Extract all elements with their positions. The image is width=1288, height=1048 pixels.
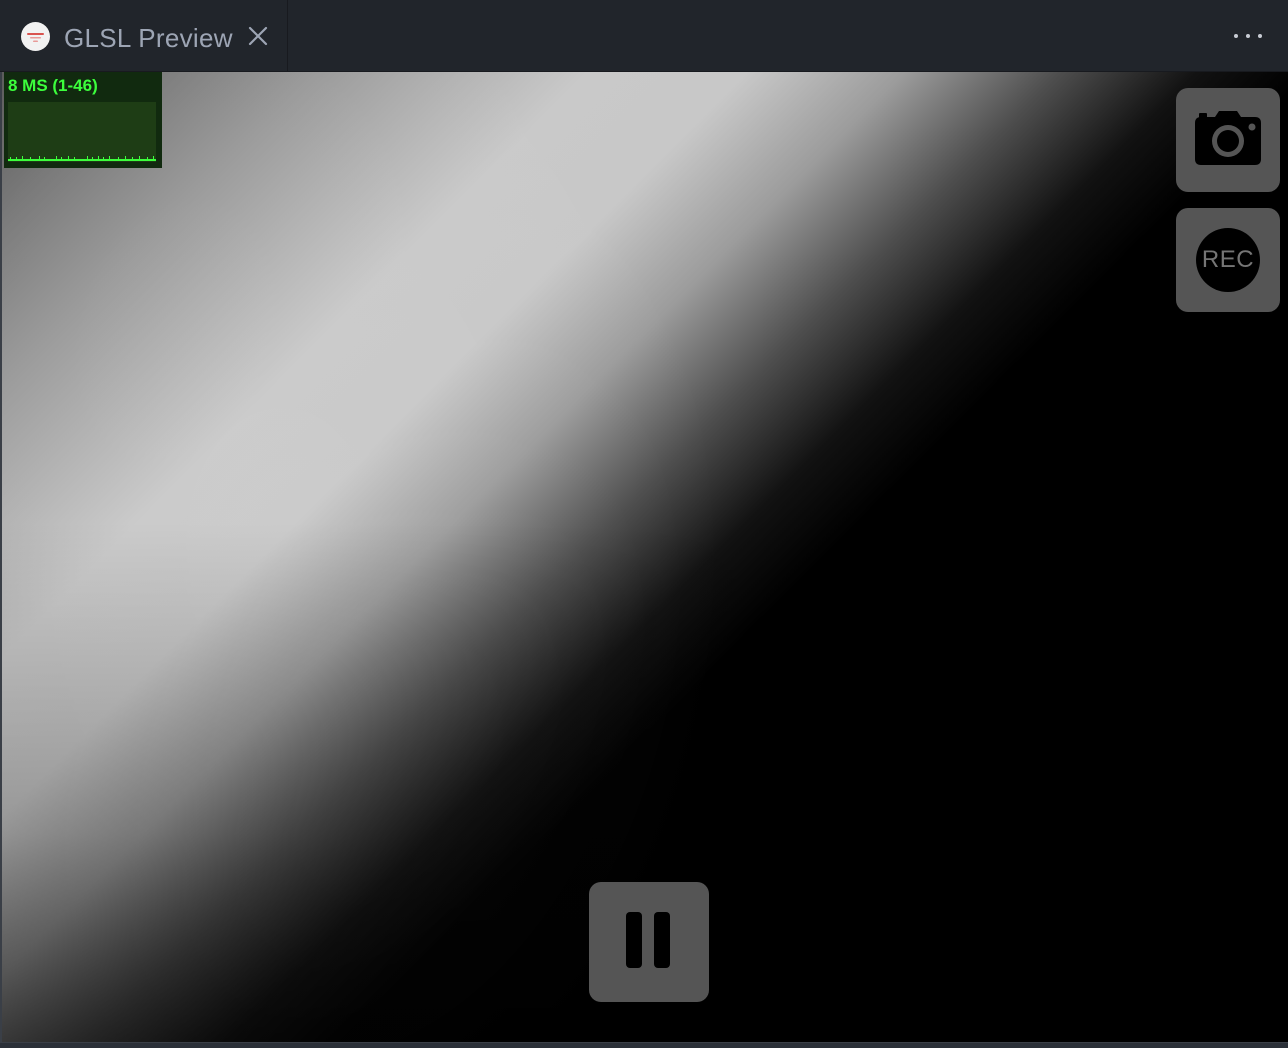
panel-bottom-border xyxy=(0,1042,1288,1048)
more-actions-button[interactable] xyxy=(1234,24,1262,48)
screenshot-button[interactable] xyxy=(1176,88,1280,192)
tab-glsl-preview[interactable]: GLSL Preview xyxy=(0,0,288,72)
record-indicator: REC xyxy=(1196,228,1260,292)
stats-panel[interactable]: 8 MS (1-46) xyxy=(4,72,162,168)
pause-icon xyxy=(624,910,674,975)
tab-bar: GLSL Preview xyxy=(0,0,1288,72)
close-icon[interactable] xyxy=(246,24,270,48)
frame-time-label: 8 MS (1-46) xyxy=(8,76,98,95)
camera-icon xyxy=(1195,110,1261,170)
record-button[interactable]: REC xyxy=(1176,208,1280,312)
tab-title: GLSL Preview xyxy=(64,23,233,53)
shader-toy-logo-icon xyxy=(21,22,50,51)
record-label: REC xyxy=(1201,246,1255,273)
ellipsis-icon xyxy=(1234,34,1238,38)
shader-preview-canvas[interactable]: 8 MS (1-46) REC xyxy=(0,72,1288,1042)
pause-button[interactable] xyxy=(589,882,709,1002)
frame-time-graph xyxy=(8,102,156,162)
